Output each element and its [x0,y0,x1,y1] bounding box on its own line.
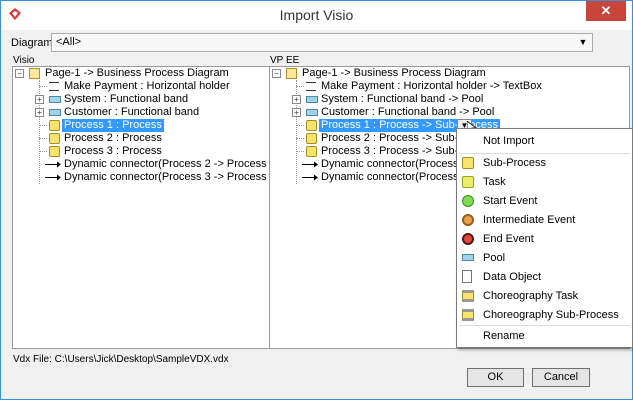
lane-icon [49,109,61,116]
menu-item-start-event[interactable]: Start Event [457,191,632,210]
tree-node-customer[interactable]: + Customer : Functional band [13,106,263,119]
visio-pane-label: Visio [13,55,35,66]
vp-pane-label: VP EE [270,55,300,66]
sub-process-icon [49,120,60,131]
connector-arrow-icon [45,161,61,168]
menu-item-choreography-sub-process[interactable]: Choreography Sub-Process [457,305,632,324]
expand-icon[interactable]: + [35,95,44,104]
tree-node-process-3[interactable]: Process 3 : Process [13,145,263,158]
page-icon [29,68,40,79]
lane-icon [49,96,61,103]
tree-node-label: System : Functional band [64,93,189,105]
menu-item-end-event[interactable]: End Event [457,229,632,248]
menu-item-label: End Event [483,233,534,245]
menu-item-sub-process[interactable]: Sub-Process [457,153,632,172]
page-icon [286,68,297,79]
tree-node-label: Customer : Functional band -> Pool [321,106,495,118]
menu-item-not-import[interactable]: Not Import [457,131,632,150]
menu-item-label: Task [483,176,506,188]
tree-node-process-1[interactable]: Process 1 : Process [13,119,263,132]
menu-item-label: Choreography Task [483,290,579,302]
chevron-down-icon[interactable]: ▼ [576,34,590,51]
diagram-select[interactable]: <All> ▼ [51,33,593,52]
mapping-type-menu: Not Import Sub-Process Task Start Event … [456,128,633,348]
menu-item-task[interactable]: Task [457,172,632,191]
title-bar[interactable]: Import Visio ✕ [1,1,632,30]
tree-node-label: System : Functional band -> Pool [321,93,484,105]
sub-process-icon [306,133,317,144]
tree-node-process-2[interactable]: Process 2 : Process [13,132,263,145]
collapse-icon[interactable]: − [272,69,281,78]
start-event-icon [462,195,474,207]
menu-item-label: Pool [483,252,506,264]
intermediate-event-icon [462,214,474,226]
tree-node-label: Dynamic connector(Process 2 -> Process 1… [64,158,270,170]
menu-item-label: Not Import [483,135,535,147]
tree-node-make-payment[interactable]: Make Payment : Horizontal holder [13,80,263,93]
ok-button[interactable]: OK [467,368,524,387]
vdx-file-path: Vdx File: C:\Users\Jick\Desktop\SampleVD… [13,354,229,365]
end-event-icon [462,233,474,245]
tree-node-customer[interactable]: + Customer : Functional band -> Pool [270,106,620,119]
task-icon [462,176,474,188]
menu-item-label: Start Event [483,195,538,207]
sub-process-icon [49,146,60,157]
tree-node-label: Process 3 : Process [64,145,162,157]
tree-node-label: Page-1 -> Business Process Diagram [302,67,486,79]
menu-item-intermediate-event[interactable]: Intermediate Event [457,210,632,229]
window-title: Import Visio [279,7,354,23]
tree-node-label: Make Payment : Horizontal holder -> Text… [321,80,542,92]
connector-arrow-icon [302,161,318,168]
tree-node-label: Customer : Functional band [64,106,200,118]
pool-icon [462,254,474,261]
tree-node-make-payment[interactable]: Make Payment : Horizontal holder -> Text… [270,80,620,93]
sub-process-icon [462,157,474,169]
choreography-sub-process-icon [462,309,474,321]
connector-arrow-icon [45,174,61,181]
menu-item-label: Sub-Process [483,157,546,169]
tree-node-label: Page-1 -> Business Process Diagram [45,67,229,79]
choreography-task-icon [462,290,474,302]
lane-icon [306,109,318,116]
menu-item-label: Rename [483,330,525,342]
sub-process-icon [306,120,317,131]
menu-item-pool[interactable]: Pool [457,248,632,267]
tree-node-label: Dynamic connector(Process 3 -> Process 2… [64,171,270,183]
expand-icon[interactable]: + [292,95,301,104]
visio-tree[interactable]: − Page-1 -> Business Process Diagram Mak… [12,66,270,349]
tree-node-page[interactable]: − Page-1 -> Business Process Diagram [270,67,620,80]
menu-item-label: Data Object [483,271,542,283]
expand-icon[interactable]: + [292,108,301,117]
tree-node-system[interactable]: + System : Functional band -> Pool [270,93,620,106]
tree-node-label: Process 2 : Process [64,132,162,144]
lane-icon [306,96,318,103]
menu-item-label: Choreography Sub-Process [483,309,619,321]
menu-item-choreography-task[interactable]: Choreography Task [457,286,632,305]
text-lines-icon [306,82,316,91]
import-visio-window: Import Visio ✕ Diagram: <All> ▼ Visio − … [0,0,633,400]
connector-arrow-icon [302,174,318,181]
tree-node-page[interactable]: − Page-1 -> Business Process Diagram [13,67,263,80]
sub-process-icon [49,133,60,144]
tree-node-connector-2[interactable]: Dynamic connector(Process 3 -> Process 2… [13,171,269,184]
close-button[interactable]: ✕ [586,1,626,21]
tree-node-label: Make Payment : Horizontal holder [64,80,230,92]
tree-node-connector-1[interactable]: Dynamic connector(Process 2 -> Process 1… [13,158,269,171]
collapse-icon[interactable]: − [15,69,24,78]
diagram-label: Diagram: [11,37,56,49]
cancel-button[interactable]: Cancel [532,368,590,387]
menu-item-data-object[interactable]: Data Object [457,267,632,286]
text-lines-icon [49,82,59,91]
expand-icon[interactable]: + [35,108,44,117]
menu-item-rename[interactable]: Rename [457,326,632,345]
tree-node-label: Process 1 : Process [62,119,164,132]
diagram-select-value: <All> [56,36,82,48]
tree-node-system[interactable]: + System : Functional band [13,93,263,106]
sub-process-icon [306,146,317,157]
data-object-icon [462,270,472,283]
menu-item-label: Intermediate Event [483,214,576,226]
